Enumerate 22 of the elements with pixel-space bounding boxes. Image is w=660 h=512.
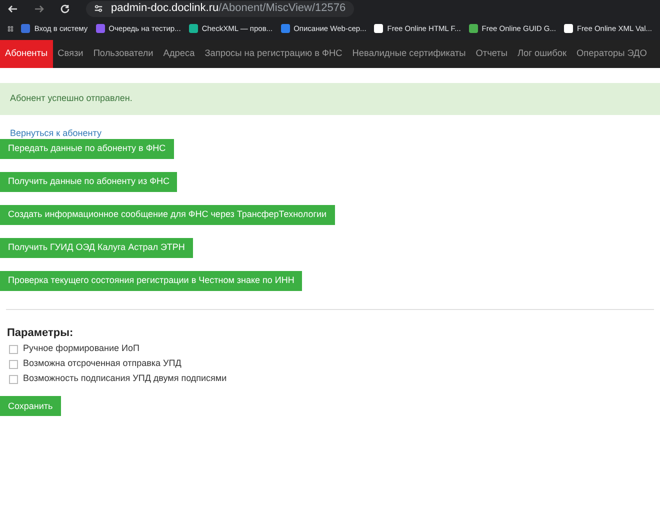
option-checkbox[interactable]: Ручное формирование ИоП: [7, 342, 660, 356]
nav-tab[interactable]: Невалидные сертификаты: [347, 40, 471, 68]
nav-tab[interactable]: Абоненты: [0, 40, 53, 68]
url-text: padmin-doc.doclink.ru/Abonent/MiscView/12576: [111, 1, 346, 16]
success-alert: Абонент успешно отправлен.: [0, 83, 660, 115]
nav-tab[interactable]: Операторы ЭДО: [572, 40, 652, 68]
nav-tab[interactable]: Связи: [52, 40, 88, 68]
nav-tab[interactable]: Запросы на регистрацию в ФНС: [200, 40, 348, 68]
params-heading: Параметры:: [7, 326, 74, 341]
reload-icon[interactable]: [60, 4, 70, 14]
address-bar[interactable]: padmin-doc.doclink.ru/Abonent/MiscView/12576: [86, 0, 354, 16]
nav-tab[interactable]: Пользователи: [88, 40, 158, 68]
back-link[interactable]: Вернуться к абоненту: [10, 127, 660, 139]
forward-arrow-icon[interactable]: [34, 4, 44, 14]
site-settings-icon[interactable]: [94, 4, 103, 13]
nav-tab[interactable]: Адреса: [158, 40, 200, 68]
option-checkbox[interactable]: Возможна отсроченная отправка УПД: [7, 356, 660, 372]
nav-tab[interactable]: Лог ошибок: [512, 40, 572, 68]
option-checkbox[interactable]: Возможность подписания УПД двумя подписями: [7, 372, 660, 386]
back-arrow-icon[interactable]: [8, 4, 18, 14]
apps-grid-icon[interactable]: [8, 24, 14, 34]
nav-tab[interactable]: Отчеты: [470, 40, 512, 68]
